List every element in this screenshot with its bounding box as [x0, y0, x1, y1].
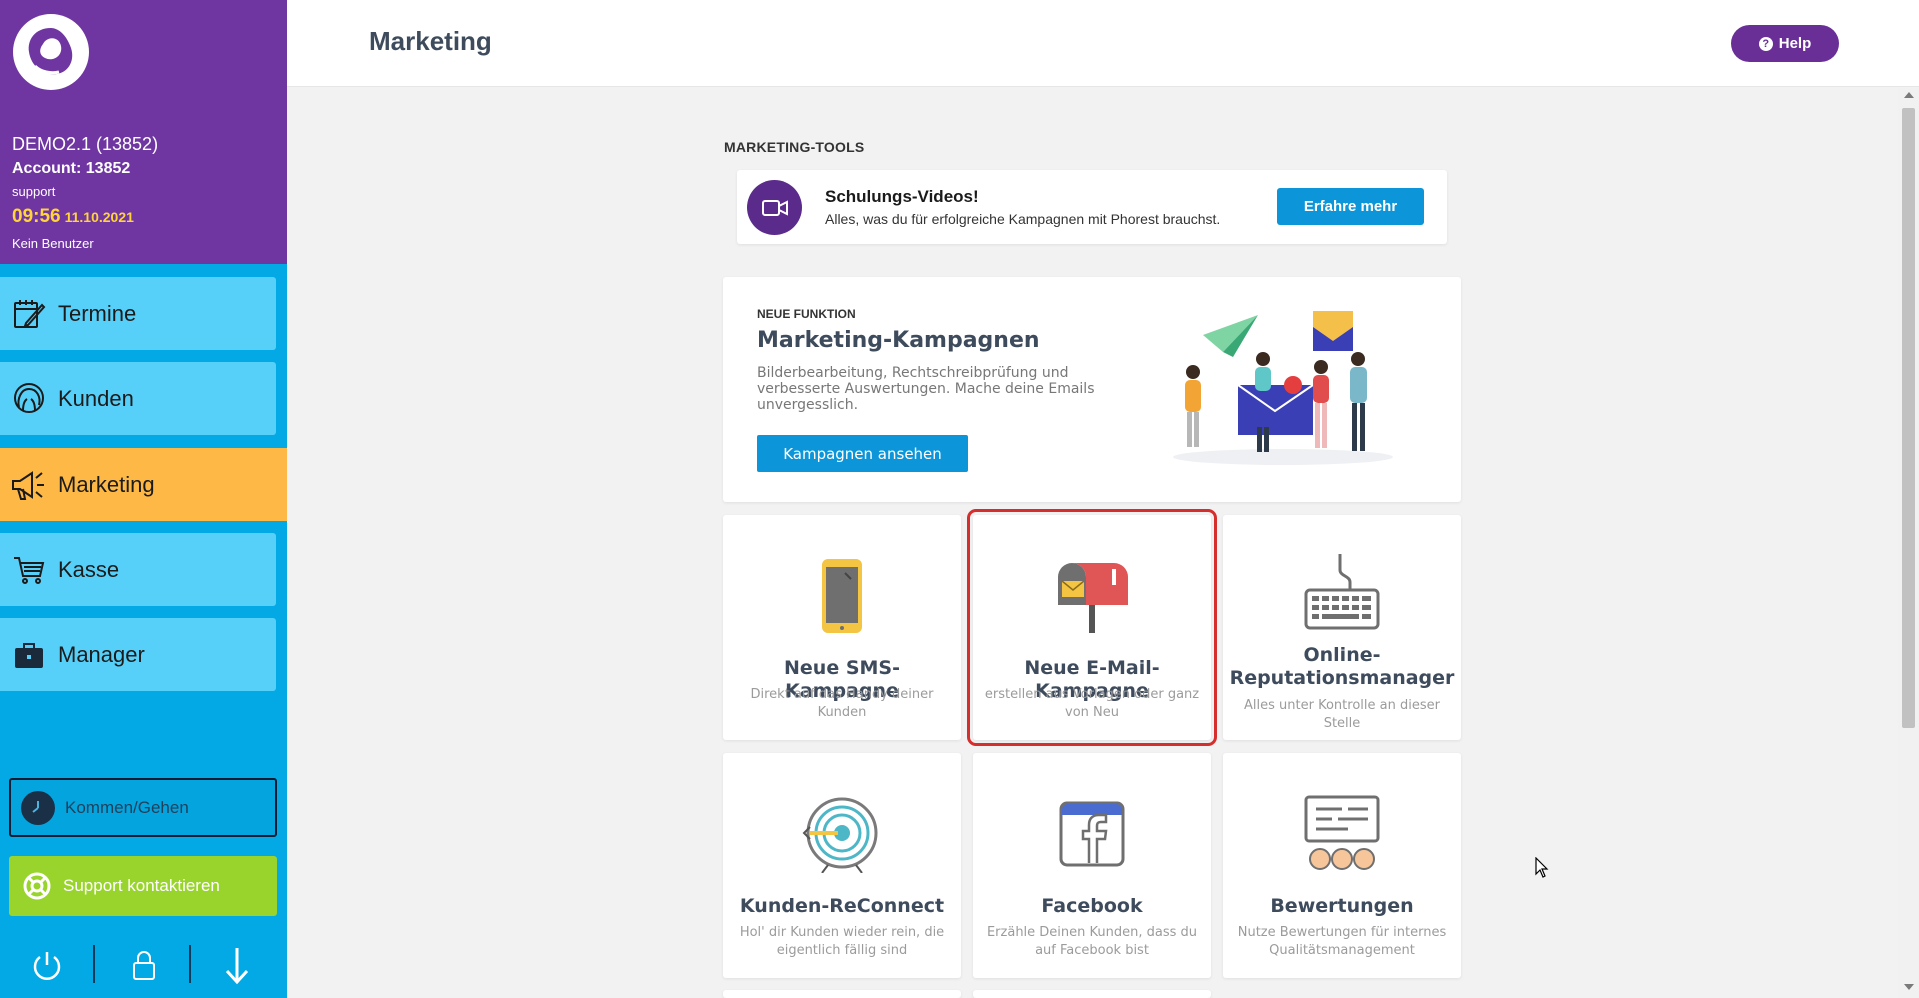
current-user: Kein Benutzer [12, 236, 94, 251]
tile-partial [723, 990, 961, 998]
support-contact-button[interactable]: Support kontaktieren [9, 856, 277, 916]
scroll-up-arrow-icon[interactable] [1904, 92, 1914, 98]
user-role: support [12, 184, 56, 199]
tile-reputation-manager[interactable]: Online-Reputationsmanager Alles unter Ko… [1223, 515, 1461, 740]
help-button[interactable]: ? Help [1731, 25, 1839, 62]
company-name: DEMO2.1 (13852) [12, 134, 159, 154]
phorest-logo[interactable] [13, 14, 89, 90]
mouse-cursor-icon [1535, 856, 1549, 883]
tile-email-campaign[interactable]: Neue E-Mail-Kampagne erstellen aus Vorla… [967, 509, 1217, 746]
training-videos-banner: Schulungs-Videos! Alles, was du für erfo… [737, 170, 1447, 244]
help-label: Help [1778, 35, 1812, 52]
video-camera-icon [747, 180, 802, 235]
nav-label: Kunden [58, 385, 134, 411]
keyboard-icon [1223, 550, 1461, 632]
lifebuoy-icon [21, 870, 53, 902]
facebook-icon [973, 793, 1211, 875]
tile-description: Alles unter Kontrolle an dieser Stelle [1244, 698, 1440, 731]
nav-item-kunden[interactable]: Kunden [0, 362, 276, 435]
nav-item-termine[interactable]: Termine [0, 277, 276, 350]
view-campaigns-button[interactable]: Kampagnen ansehen [757, 435, 968, 472]
nav-label: Manager [58, 641, 145, 667]
tile-reviews[interactable]: Bewertungen Nutze Bewertungen für intern… [1223, 753, 1461, 978]
feature-title: Marketing-Kampagnen [757, 328, 1040, 353]
tile-title: Kunden-ReConnect [739, 895, 945, 917]
nav-item-manager[interactable]: Manager [0, 618, 276, 691]
tile-description: Hol' dir Kunden wieder rein, die eigentl… [739, 925, 945, 958]
clock-date: 11.10.2021 [64, 209, 134, 225]
tile-kunden-reconnect[interactable]: Kunden-ReConnect Hol' dir Kunden wieder … [723, 753, 961, 978]
promo-description: Alles, was du für erfolgreiche Kampagnen… [825, 211, 1221, 227]
phone-icon [723, 555, 961, 637]
nav-item-kasse[interactable]: Kasse [0, 533, 276, 606]
header: Marketing ? Help [287, 0, 1919, 87]
divider [93, 945, 95, 983]
sidebar-bottom-bar [0, 935, 287, 995]
nav-item-marketing[interactable]: Marketing [0, 448, 287, 521]
cart-icon [8, 549, 50, 591]
kommen-gehen-label: Kommen/Gehen [65, 797, 189, 817]
tile-description: Erzähle Deinen Kunden, dass du auf Faceb… [986, 925, 1198, 958]
reviews-icon [1223, 793, 1461, 875]
scroll-down-arrow-icon[interactable] [1904, 984, 1914, 990]
clock-time: 09:56 [12, 206, 61, 227]
tile-title: Facebook [1041, 895, 1143, 917]
tile-title: Bewertungen [1270, 895, 1414, 917]
promo-title: Schulungs-Videos! [825, 187, 979, 206]
feature-description: Bilderbearbeitung, Rechtschreibprüfung u… [757, 365, 1095, 413]
sidebar: DEMO2.1 (13852) Account: 13852 support 0… [0, 0, 287, 998]
mailbox-icon [973, 555, 1211, 637]
power-icon[interactable] [25, 943, 69, 987]
nav-label: Marketing [58, 471, 155, 497]
feature-tag: NEUE FUNKTION [757, 307, 856, 321]
customer-head-icon [8, 378, 50, 420]
section-heading: MARKETING-TOOLS [724, 139, 865, 155]
lock-icon[interactable] [122, 943, 166, 987]
divider [189, 945, 191, 983]
marketing-campaigns-card: NEUE FUNKTION Marketing-Kampagnen Bilder… [723, 277, 1461, 502]
kommen-gehen-button[interactable]: Kommen/Gehen [9, 778, 277, 837]
calendar-edit-icon [8, 293, 50, 335]
clock-icon [21, 790, 55, 825]
tile-description: Direkt auf das Handy deiner Kunden [750, 687, 934, 720]
account-number: Account: 13852 [12, 160, 131, 177]
tile-title: Online-Reputationsmanager [1229, 644, 1455, 689]
tile-description: Nutze Bewertungen für internes Qualitäts… [1237, 925, 1447, 958]
clock: 09:56 11.10.2021 [12, 206, 134, 228]
account-panel: DEMO2.1 (13852) Account: 13852 support 0… [0, 0, 287, 264]
learn-more-button[interactable]: Erfahre mehr [1277, 188, 1424, 225]
briefcase-icon [8, 634, 50, 676]
target-icon [723, 793, 961, 875]
tile-partial [973, 990, 1211, 998]
arrow-down-icon[interactable] [215, 943, 259, 987]
tile-facebook[interactable]: Facebook Erzähle Deinen Kunden, dass du … [973, 753, 1211, 978]
support-contact-label: Support kontaktieren [63, 876, 220, 895]
tile-sms-campaign[interactable]: Neue SMS-Kampagne Direkt auf das Handy d… [723, 515, 961, 740]
campaign-illustration [1163, 307, 1403, 472]
question-icon: ? [1758, 36, 1773, 51]
nav-label: Kasse [58, 556, 120, 582]
tile-description: erstellen aus Vorlagen oder ganz von Neu [984, 687, 1200, 720]
scrollbar[interactable] [1898, 88, 1919, 998]
megaphone-icon [8, 464, 50, 506]
nav-label: Termine [58, 300, 137, 326]
scroll-thumb[interactable] [1902, 108, 1915, 728]
page-title: Marketing [369, 26, 492, 56]
